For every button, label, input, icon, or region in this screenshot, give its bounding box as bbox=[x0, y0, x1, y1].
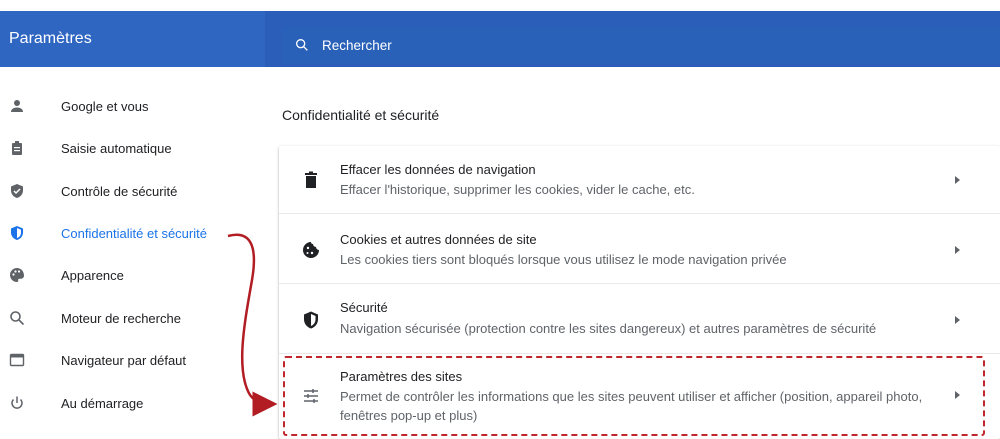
search-bar[interactable]: Rechercher bbox=[282, 27, 1000, 63]
sidebar-item-label: Saisie automatique bbox=[61, 140, 172, 156]
sidebar-item-apparence[interactable]: Apparence bbox=[0, 257, 265, 293]
row-cookies[interactable]: Cookies et autres données de site Les co… bbox=[279, 214, 1000, 284]
search-icon bbox=[10, 311, 25, 326]
header-title-area: Paramètres bbox=[0, 11, 265, 67]
row-effacer-donnees[interactable]: Effacer les données de navigation Efface… bbox=[279, 146, 1000, 214]
search-icon bbox=[296, 39, 308, 51]
sidebar-item-saisie-automatique[interactable]: Saisie automatique bbox=[0, 130, 265, 166]
sidebar-item-confidentialite[interactable]: Confidentialité et sécurité bbox=[0, 215, 265, 251]
settings-card: Effacer les données de navigation Efface… bbox=[279, 146, 1000, 439]
row-subtitle: Navigation sécurisée (protection contre … bbox=[340, 321, 877, 336]
sidebar-item-label: Au démarrage bbox=[61, 395, 144, 411]
palette-icon bbox=[10, 268, 24, 282]
row-title: Sécurité bbox=[340, 300, 388, 315]
sidebar-item-moteur-recherche[interactable]: Moteur de recherche bbox=[0, 300, 265, 336]
shield-icon bbox=[304, 311, 318, 329]
chevron-right-icon bbox=[955, 176, 960, 184]
sidebar-item-au-demarrage[interactable]: Au démarrage bbox=[0, 385, 265, 421]
row-title: Cookies et autres données de site bbox=[340, 232, 537, 247]
sidebar-item-label: Contrôle de sécurité bbox=[61, 183, 178, 199]
row-title: Effacer les données de navigation bbox=[340, 162, 536, 177]
row-title: Paramètres des sites bbox=[340, 369, 463, 384]
sidebar-item-label: Apparence bbox=[61, 267, 124, 283]
clipboard-icon bbox=[12, 141, 22, 155]
trash-icon bbox=[305, 171, 317, 188]
chevron-right-icon bbox=[955, 246, 960, 254]
sidebar-item-navigateur-defaut[interactable]: Navigateur par défaut bbox=[0, 342, 265, 378]
sidebar-item-label: Google et vous bbox=[61, 98, 149, 114]
sidebar: Google et vous Saisie automatique Contrô… bbox=[0, 67, 265, 439]
tune-icon bbox=[304, 389, 318, 403]
search-input[interactable]: Rechercher bbox=[322, 38, 392, 53]
chevron-right-icon bbox=[955, 316, 960, 324]
sidebar-item-label: Confidentialité et sécurité bbox=[61, 225, 207, 241]
app-title: Paramètres bbox=[9, 30, 92, 47]
row-subtitle: Permet de contrôler les informations que… bbox=[340, 389, 923, 423]
row-subtitle: Effacer l'historique, supprimer les cook… bbox=[340, 182, 695, 197]
shield-icon bbox=[11, 226, 23, 240]
shield-check-icon bbox=[11, 184, 23, 198]
power-icon bbox=[11, 396, 23, 409]
row-subtitle: Les cookies tiers sont bloqués lorsque v… bbox=[340, 252, 787, 267]
row-parametres-sites[interactable]: Paramètres des sites Permet de contrôler… bbox=[279, 354, 1000, 439]
main-content: Confidentialité et sécurité Effacer les … bbox=[265, 67, 1000, 439]
row-securite[interactable]: Sécurité Navigation sécurisée (protectio… bbox=[279, 284, 1000, 354]
person-icon bbox=[11, 100, 23, 112]
chevron-right-icon bbox=[955, 391, 960, 399]
sidebar-item-label: Navigateur par défaut bbox=[61, 352, 187, 368]
sidebar-item-label: Moteur de recherche bbox=[61, 310, 181, 326]
browser-icon bbox=[9, 353, 25, 367]
sidebar-item-google-et-vous[interactable]: Google et vous bbox=[0, 88, 265, 124]
sidebar-item-controle-securite[interactable]: Contrôle de sécurité bbox=[0, 173, 265, 209]
cookie-icon bbox=[303, 242, 319, 258]
section-title: Confidentialité et sécurité bbox=[282, 107, 440, 123]
